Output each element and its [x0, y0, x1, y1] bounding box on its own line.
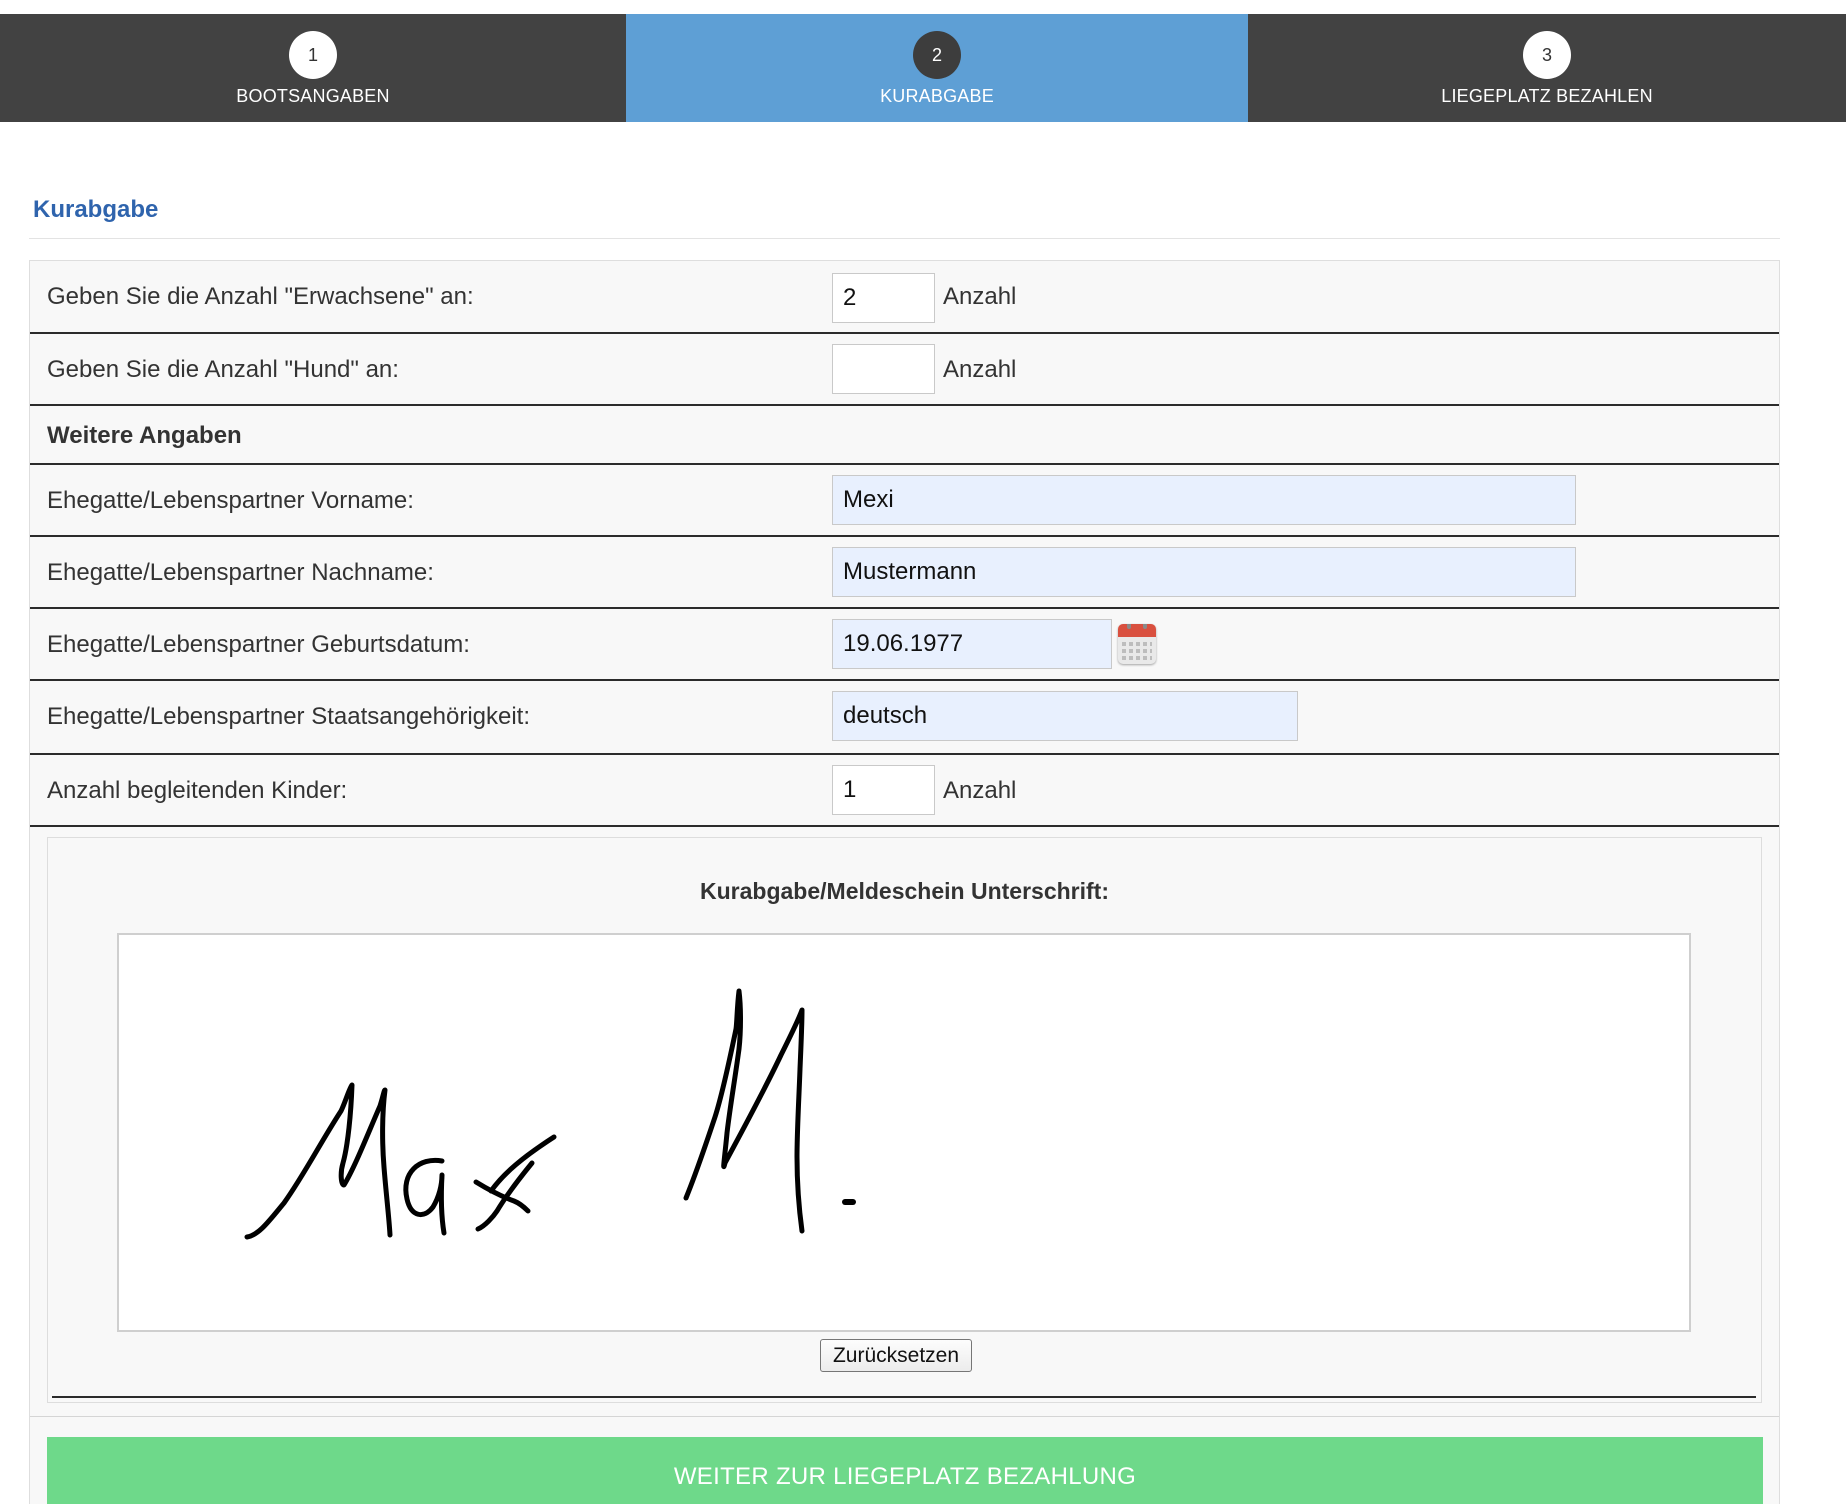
dogs-input[interactable] — [832, 344, 935, 394]
adults-input[interactable] — [832, 273, 935, 323]
row-partner-lastname: Ehegatte/Lebenspartner Nachname: — [30, 537, 1779, 609]
partner-nationality-input[interactable] — [832, 691, 1298, 741]
signature-divider — [52, 1396, 1756, 1398]
calendar-icon-ring — [1143, 624, 1147, 629]
partner-lastname-input[interactable] — [832, 547, 1576, 597]
partner-firstname-label: Ehegatte/Lebenspartner Vorname: — [47, 487, 414, 514]
calendar-icon-header — [1118, 624, 1156, 637]
signature-title: Kurabgabe/Meldeschein Unterschrift: — [700, 878, 1109, 904]
calendar-icon-ring — [1127, 624, 1131, 629]
partner-firstname-input[interactable] — [832, 475, 1576, 525]
step-number-2: 2 — [913, 31, 961, 79]
row-children: Anzahl begleitenden Kinder: Anzahl — [30, 755, 1779, 827]
signature-pad[interactable] — [117, 933, 1691, 1332]
row-more-heading: Weitere Angaben — [30, 406, 1779, 465]
signature-drawing — [244, 988, 856, 1240]
partner-nationality-label: Ehegatte/Lebenspartner Staatsangehörigke… — [47, 703, 531, 730]
section-title: Kurabgabe — [33, 196, 159, 223]
partner-birthdate-label: Ehegatte/Lebenspartner Geburtsdatum: — [47, 631, 470, 658]
children-unit: Anzahl — [943, 777, 1017, 804]
step-label-2: KURABGABE — [880, 86, 994, 106]
calendar-icon[interactable] — [1118, 624, 1156, 664]
step-number-3: 3 — [1523, 31, 1571, 79]
step-kurabgabe[interactable]: 2 KURABGABE — [626, 14, 1248, 122]
children-input[interactable] — [832, 765, 935, 815]
partner-birthdate-input[interactable] — [832, 619, 1112, 669]
children-label: Anzahl begleitenden Kinder: — [47, 777, 348, 804]
reset-signature-button[interactable]: Zurücksetzen — [820, 1339, 972, 1372]
row-partner-firstname: Ehegatte/Lebenspartner Vorname: — [30, 465, 1779, 537]
adults-unit: Anzahl — [943, 283, 1017, 310]
row-dogs: Geben Sie die Anzahl "Hund" an: Anzahl — [30, 334, 1779, 406]
adults-label: Geben Sie die Anzahl "Erwachsene" an: — [47, 283, 474, 310]
step-bootsangaben[interactable]: 1 BOOTSANGABEN — [0, 14, 626, 122]
form-bottom-divider — [30, 1416, 1779, 1417]
step-progress-bar: 1 BOOTSANGABEN 2 KURABGABE 3 LIEGEPLATZ … — [0, 14, 1846, 122]
submit-to-payment-button[interactable]: WEITER ZUR LIEGEPLATZ BEZAHLUNG — [47, 1437, 1763, 1504]
dogs-unit: Anzahl — [943, 356, 1017, 383]
step-label-1: BOOTSANGABEN — [236, 86, 390, 106]
dogs-label: Geben Sie die Anzahl "Hund" an: — [47, 356, 399, 383]
step-number-1: 1 — [289, 31, 337, 79]
step-label-3: LIEGEPLATZ BEZAHLEN — [1441, 86, 1653, 106]
more-info-heading: Weitere Angaben — [47, 422, 242, 449]
page: 1 BOOTSANGABEN 2 KURABGABE 3 LIEGEPLATZ … — [0, 0, 1846, 1504]
row-partner-nationality: Ehegatte/Lebenspartner Staatsangehörigke… — [30, 681, 1779, 755]
step-liegeplatz-bezahlen[interactable]: 3 LIEGEPLATZ BEZAHLEN — [1248, 14, 1846, 122]
row-partner-birthdate: Ehegatte/Lebenspartner Geburtsdatum: — [30, 609, 1779, 681]
signature-panel: Kurabgabe/Meldeschein Unterschrift: Zurü… — [47, 837, 1762, 1403]
section-divider — [29, 238, 1780, 239]
kurabgabe-form: Geben Sie die Anzahl "Erwachsene" an: An… — [29, 260, 1780, 1504]
partner-lastname-label: Ehegatte/Lebenspartner Nachname: — [47, 559, 434, 586]
calendar-icon-grid — [1122, 641, 1152, 660]
row-adults: Geben Sie die Anzahl "Erwachsene" an: An… — [30, 261, 1779, 334]
